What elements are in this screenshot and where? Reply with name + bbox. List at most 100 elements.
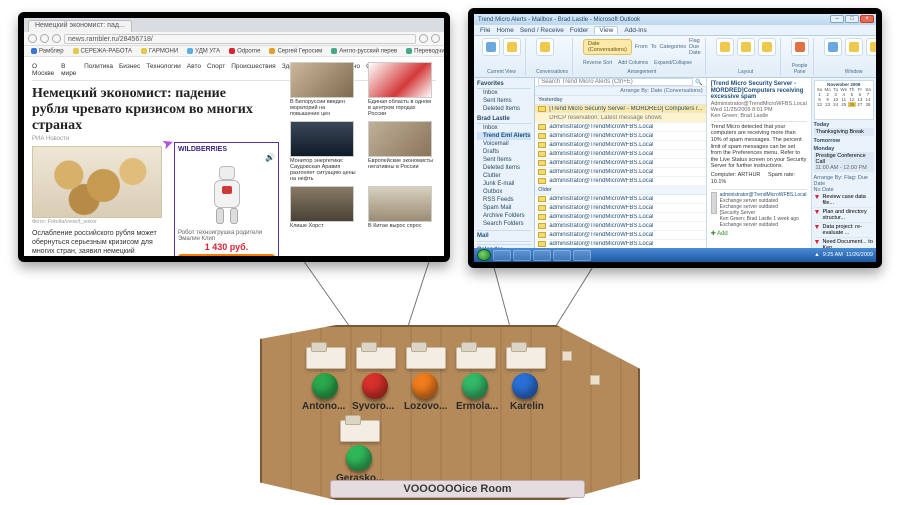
nav-folder[interactable]: Voicemail <box>477 140 531 148</box>
ribbon-label[interactable]: From <box>635 44 648 50</box>
nav-folder[interactable]: Archive Folders <box>477 212 531 220</box>
appointment[interactable]: Prestige Conference Call 11:00 AM - 12:0… <box>814 152 874 172</box>
ribbon-button[interactable] <box>866 38 876 56</box>
nav-item[interactable]: Авто <box>187 63 201 77</box>
url-bar[interactable]: news.rambler.ru/28456718/ <box>64 34 416 44</box>
ribbon-label[interactable]: Add Columns <box>618 60 648 66</box>
taskbar-button[interactable] <box>553 250 571 261</box>
task-item[interactable]: ▼Review case data file... <box>814 193 874 208</box>
nav-item[interactable]: В мире <box>61 63 78 77</box>
nav-folder[interactable]: Deleted Items <box>477 105 531 113</box>
ribbon-button[interactable] <box>791 38 809 56</box>
nav-section-mail[interactable]: Mail <box>477 230 531 242</box>
close-button[interactable]: × <box>860 15 874 23</box>
bookmark[interactable]: Рамблер <box>28 47 67 56</box>
nav-folder[interactable]: Search Folders <box>477 220 531 228</box>
ribbon-button[interactable] <box>737 38 755 56</box>
mail-group-header[interactable]: Yesterday <box>535 96 705 105</box>
seat-gerasko[interactable] <box>346 445 372 471</box>
ribbon-label[interactable]: To <box>651 44 657 50</box>
nav-folder[interactable]: Sent Items <box>477 156 531 164</box>
ad-buy-button[interactable]: Купить <box>178 254 275 256</box>
ribbon-label[interactable]: Reverse Sort <box>583 60 612 66</box>
mail-row-selected[interactable]: [Trend Micro Security Server - MORDRED] … <box>535 105 705 114</box>
nav-item[interactable]: Бизнес <box>119 63 140 77</box>
menu-icon[interactable] <box>431 34 440 43</box>
related-item[interactable]: Монитор энергетики: Саудовская Аравия ра… <box>290 121 360 182</box>
mail-row[interactable]: administrator@TrendMicroWFBS.Local <box>535 195 705 204</box>
ad-card[interactable]: WILDBERRIES 🔊 Робот техноигрушка родител… <box>174 142 279 256</box>
taskbar-button[interactable] <box>573 250 591 261</box>
mail-row[interactable]: administrator@TrendMicroWFBS.Local <box>535 204 705 213</box>
ribbon-button[interactable] <box>716 38 734 56</box>
browser-tab[interactable]: Немецкий экономист: пад... <box>28 20 132 32</box>
ribbon-button[interactable] <box>845 38 863 56</box>
ribbon-tab[interactable]: Send / Receive <box>520 27 564 34</box>
reload-button[interactable] <box>52 34 61 43</box>
mini-calendar[interactable]: November 2009 SuMoTuWeThFrSa 1234567 891… <box>814 80 874 120</box>
ribbon-tab[interactable]: Home <box>496 27 513 34</box>
mail-row[interactable]: administrator@TrendMicroWFBS.Local <box>535 141 705 150</box>
search-icon[interactable]: 🔍 <box>695 79 702 86</box>
bookmark[interactable]: УДМ УГА <box>184 47 223 56</box>
mail-row[interactable]: administrator@TrendMicroWFBS.Local <box>535 231 705 240</box>
mail-row[interactable]: administrator@TrendMicroWFBS.Local <box>535 222 705 231</box>
system-tray[interactable]: ▲ 9:25 AM 11/26/2009 <box>814 252 873 258</box>
start-button[interactable] <box>477 249 491 261</box>
nav-item[interactable]: Спорт <box>207 63 225 77</box>
arrange-by[interactable]: Arrange By: Date (Conversations) <box>535 87 705 96</box>
ribbon-button[interactable] <box>758 38 776 56</box>
nav-item[interactable]: Политика <box>84 63 113 77</box>
seat-antono[interactable] <box>312 373 338 399</box>
bookmark[interactable]: ГАРМОНИ <box>138 47 181 56</box>
todo-arrange[interactable]: Arrange By: Flag: Due Date <box>814 175 874 187</box>
ribbon-label[interactable]: Categories <box>659 44 686 50</box>
nav-favorites-header[interactable]: Favorites <box>477 80 531 89</box>
maximize-button[interactable]: □ <box>845 15 859 23</box>
taskbar-button[interactable] <box>513 250 531 261</box>
nav-folder[interactable]: Drafts <box>477 148 531 156</box>
ribbon-button[interactable] <box>482 38 500 56</box>
related-item[interactable]: Европейские экономисты негативны в Росси… <box>368 121 438 182</box>
nav-folder[interactable]: Spam Mail <box>477 204 531 212</box>
search-input[interactable] <box>538 78 693 86</box>
ribbon-tab[interactable]: Folder <box>570 27 588 34</box>
seat-karelin[interactable] <box>512 373 538 399</box>
taskbar-button[interactable] <box>493 250 511 261</box>
nav-mailbox-header[interactable]: Brad Lastle <box>477 115 531 124</box>
related-item[interactable]: Клише Хорст <box>290 186 360 229</box>
add-contact-button[interactable]: ✚ Add <box>711 230 807 237</box>
mail-row[interactable]: administrator@TrendMicroWFBS.Local <box>535 177 705 186</box>
nav-folder-selected[interactable]: Trend Eml Alerts <box>477 132 531 140</box>
mail-group-header[interactable]: Older <box>535 186 705 195</box>
task-item[interactable]: ▼Plan and directory structur... <box>814 208 874 223</box>
nav-folder[interactable]: Junk E-mail <box>477 180 531 188</box>
tray-icon[interactable]: ▲ <box>814 252 819 258</box>
seat-syvoro[interactable] <box>362 373 388 399</box>
nav-folder[interactable]: Deleted Items <box>477 164 531 172</box>
bookmark-star-icon[interactable] <box>419 34 428 43</box>
ribbon-label[interactable]: Expand/Collapse <box>654 60 692 66</box>
ribbon-button[interactable] <box>503 38 521 56</box>
nav-item[interactable]: Технологии <box>146 63 181 77</box>
related-item[interactable]: В Белоруссии введен мораторий на повышен… <box>290 62 360 117</box>
related-item[interactable]: Единая область в одном в центром городах… <box>368 62 438 117</box>
mail-row[interactable]: administrator@TrendMicroWFBS.Local <box>535 168 705 177</box>
mail-row[interactable]: administrator@TrendMicroWFBS.Local <box>535 159 705 168</box>
ribbon-tab[interactable]: File <box>480 27 490 34</box>
seat-ermola[interactable] <box>462 373 488 399</box>
ribbon-date-button[interactable]: Date (Conversations) <box>583 39 632 55</box>
bookmark[interactable]: Переводчик Google <box>403 47 444 56</box>
taskbar-button[interactable] <box>533 250 551 261</box>
nav-folder[interactable]: RSS Feeds <box>477 196 531 204</box>
nav-folder[interactable]: Inbox <box>477 89 531 97</box>
bookmark[interactable]: Англо-русский перев <box>328 47 400 56</box>
mail-row[interactable]: administrator@TrendMicroWFBS.Local <box>535 132 705 141</box>
mail-row[interactable]: administrator@TrendMicroWFBS.Local <box>535 150 705 159</box>
mail-row[interactable]: DHCP reservation: Latest message shows <box>535 114 705 123</box>
mail-row[interactable]: administrator@TrendMicroWFBS.Local <box>535 123 705 132</box>
mail-row[interactable]: administrator@TrendMicroWFBS.Local <box>535 213 705 222</box>
nav-folder[interactable]: Inbox <box>477 124 531 132</box>
seat-lozovo[interactable] <box>412 373 438 399</box>
bookmark[interactable]: Сергей Геросим <box>266 47 325 56</box>
